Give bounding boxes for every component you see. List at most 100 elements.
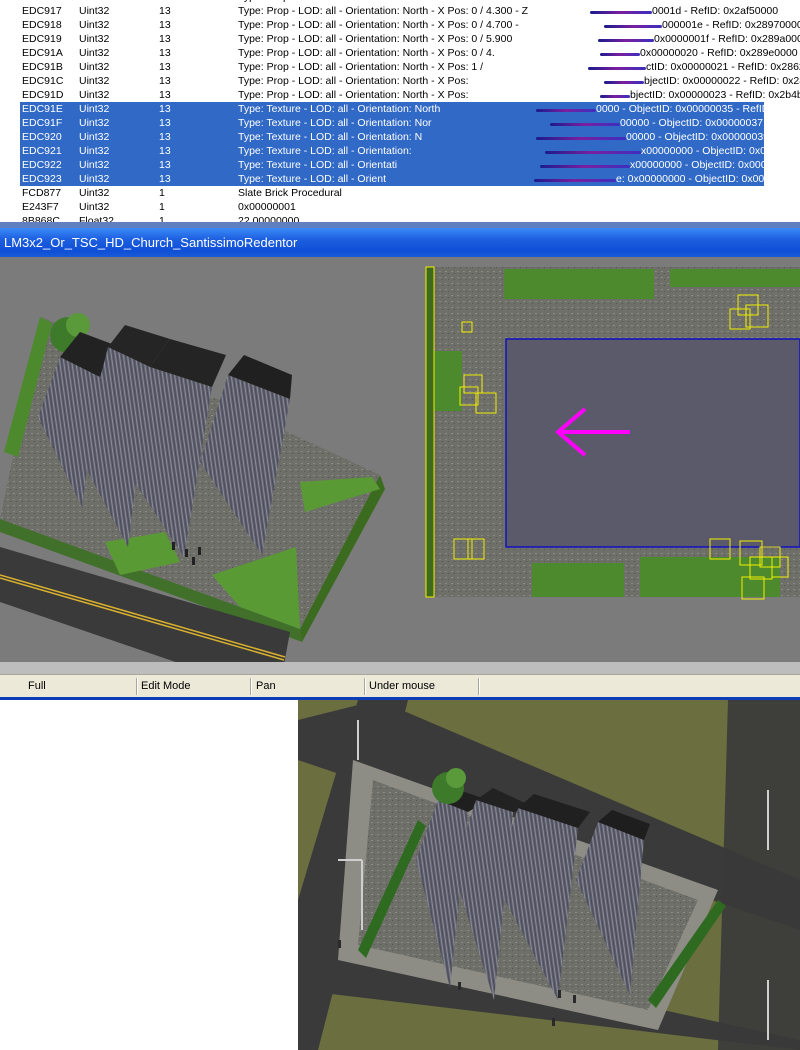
cell-rep: 13: [159, 145, 171, 157]
preview-3d-viewport[interactable]: [0, 257, 420, 697]
table-row[interactable]: EDC918 Uint32 13 Type: Prop - LOD: all - Or…: [0, 18, 800, 32]
cell-type: Uint32: [79, 19, 110, 31]
cell-id: EDC91B: [22, 61, 63, 73]
redaction-scribble: [604, 25, 662, 28]
table-row[interactable]: E243F7 Uint32 1 0x00000001: [0, 200, 800, 214]
cell-id: EDC918: [22, 19, 62, 31]
cell-type: Uint32: [79, 89, 110, 101]
cell-value: Type: Prop - LOD: all - Orientation: Nor…: [238, 61, 484, 73]
cell-id: EDC922: [22, 159, 62, 171]
cell-value: Type: Prop - LOD: all - Orientation: Nor…: [238, 33, 513, 45]
cell-id: EDC921: [22, 145, 62, 157]
cell-value: 0x00000001: [238, 201, 296, 213]
cell-type: Uint32: [79, 145, 110, 157]
cell-rep: 13: [159, 159, 171, 171]
blank-area: [0, 700, 298, 1050]
cell-rep: 13: [159, 117, 171, 129]
cell-type: Uint32: [79, 61, 110, 73]
redaction-scribble: [545, 151, 641, 154]
table-row[interactable]: EDC91E Uint32 13 Type: Texture - LOD: all -…: [0, 102, 800, 116]
cell-id: EDC920: [22, 131, 62, 143]
cell-type: Uint32: [79, 33, 110, 45]
cell-value: Type: Prop - LOD: all - Orientation: Nor…: [238, 19, 519, 31]
redaction-scribble: [604, 81, 644, 84]
cell-id: EDC91E: [22, 103, 63, 115]
status-divider: [250, 678, 251, 695]
cell-value-tail: 00000 - ObjectID: 0x00000039 - RefID: 0x…: [626, 131, 800, 143]
redaction-scribble: [534, 179, 616, 182]
redaction-scribble: [536, 137, 626, 140]
cell-value-tail: 0x00000020 - RefID: 0x289e0000: [640, 47, 798, 59]
cell-rep: 1: [159, 187, 165, 199]
table-row[interactable]: EDC922 Uint32 13 Type: Texture - LOD: all -…: [0, 158, 800, 172]
cell-type: Uint32: [79, 187, 110, 199]
cell-type: Uint32: [79, 75, 110, 87]
cell-id: EDC91F: [22, 117, 63, 129]
redaction-scribble: [550, 123, 620, 126]
cell-type: Uint32: [79, 201, 110, 213]
redaction-scribble: [598, 39, 654, 42]
cell-id: EDC917: [22, 5, 62, 17]
status-divider: [478, 678, 479, 695]
table-row[interactable]: EDC920 Uint32 13 Type: Texture - LOD: all -…: [0, 130, 800, 144]
lot-top-view[interactable]: [420, 257, 800, 662]
redaction-scribble: [588, 67, 646, 70]
table-row[interactable]: EDC923 Uint32 13 Type: Texture - LOD: all -…: [0, 172, 800, 186]
table-row[interactable]: EDC91F Uint32 13 Type: Texture - LOD: all -…: [0, 116, 800, 130]
cell-id: 8B868C: [22, 215, 60, 222]
status-view: Full: [28, 680, 46, 692]
cell-value: Type: Prop - LOD: all - Orientation: Nor…: [238, 47, 495, 59]
cell-rep: 13: [159, 47, 171, 59]
status-divider: [136, 678, 137, 695]
cell-rep: 13: [159, 33, 171, 45]
viewport-scroll-strip: [0, 662, 800, 674]
cell-id: EDC919: [22, 33, 62, 45]
cell-id: EDC91A: [22, 47, 63, 59]
cell-type: Uint32: [79, 5, 110, 17]
in-game-render-image: [298, 700, 800, 1050]
cell-value: Type: Prop - LOD: all - Orientation: Nor…: [238, 5, 529, 17]
cell-value-tail: 000001e - RefID: 0x28970000: [662, 19, 800, 31]
cell-id: EDC923: [22, 173, 62, 185]
status-mode: Edit Mode: [141, 680, 191, 692]
cell-value-tail: bjectID: 0x00000023 - RefID: 0x2b4b0000: [630, 89, 800, 101]
cell-type: Float32: [79, 215, 115, 222]
cell-type: Uint32: [79, 47, 110, 59]
cell-type: Uint32: [79, 173, 110, 185]
cell-rep: 13: [159, 61, 171, 73]
table-row[interactable]: EDC91D Uint32 13 Type: Prop - LOD: all - Or…: [0, 88, 800, 102]
cell-value: Type: Prop - LOD: all - Orientation: Nor…: [238, 75, 469, 87]
table-row[interactable]: EDC91C Uint32 13 Type: Prop - LOD: all - Or…: [0, 74, 800, 88]
table-row[interactable]: EDC919 Uint32 13 Type: Prop - LOD: all - Or…: [0, 32, 800, 46]
cell-id: EDC91C: [22, 75, 64, 87]
cell-value: Type: Texture - LOD: all - Orient: [238, 173, 387, 185]
property-table: Type: Prop - LOD: all - Orientation: Nor…: [0, 0, 800, 222]
table-row-cut[interactable]: 8B868C Float32 1 22.00000000: [0, 214, 800, 222]
cell-rep: 13: [159, 173, 171, 185]
cell-rep: 1: [159, 215, 165, 222]
cell-rep: 13: [159, 103, 171, 115]
redaction-scribble: [600, 53, 640, 56]
cell-rep: 13: [159, 19, 171, 31]
cell-rep: 13: [159, 131, 171, 143]
status-bar: Full Edit Mode Pan Under mouse: [0, 674, 800, 698]
cell-value: Type: Texture - LOD: all - Orientation: …: [238, 131, 423, 143]
table-row[interactable]: FCD877 Uint32 1 Slate Brick Procedural: [0, 186, 800, 200]
table-row[interactable]: EDC917 Uint32 13 Type: Prop - LOD: all - Or…: [0, 4, 800, 18]
cell-id: E243F7: [22, 201, 59, 213]
cell-value-tail: bjectID: 0x00000022 - RefID: 0x28630000: [644, 75, 800, 87]
city-render: [298, 700, 800, 1050]
cell-value-tail: 0000 - ObjectID: 0x00000035 - RefID: 0xf…: [596, 103, 800, 115]
cell-rep: 13: [159, 5, 171, 17]
cell-value-tail: x00000000 - ObjectID: 0x0000003b - RefID…: [641, 145, 800, 157]
cell-value-tail: e: 0x00000000 - ObjectID: 0x0000003f - R…: [616, 173, 800, 185]
cell-value-tail: ctID: 0x00000021 - RefID: 0x28620000: [646, 61, 800, 73]
redaction-scribble: [590, 11, 652, 14]
cell-type: Uint32: [79, 159, 110, 171]
status-tool: Pan: [256, 680, 276, 692]
table-row[interactable]: EDC91B Uint32 13 Type: Prop - LOD: all - Or…: [0, 60, 800, 74]
title-bar[interactable]: LM3x2_Or_TSC_HD_Church_SantissimoRedento…: [0, 228, 800, 257]
table-row[interactable]: EDC91A Uint32 13 Type: Prop - LOD: all - Or…: [0, 46, 800, 60]
table-row[interactable]: EDC921 Uint32 13 Type: Texture - LOD: all -…: [0, 144, 800, 158]
cell-value: Type: Texture - LOD: all - Orientation: …: [238, 117, 432, 129]
